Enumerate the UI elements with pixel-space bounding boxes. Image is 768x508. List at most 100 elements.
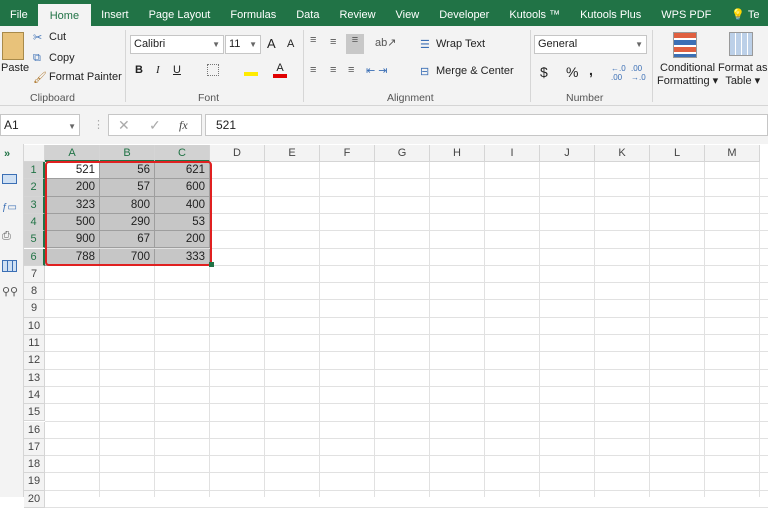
gridline (649, 162, 650, 497)
column-header-I[interactable]: I (485, 145, 540, 162)
fill-handle[interactable] (209, 262, 214, 267)
column-header-L[interactable]: L (650, 145, 705, 162)
row-header-3[interactable]: 3 (24, 196, 45, 214)
tab-home[interactable]: Home (37, 4, 92, 26)
bottom-align-icon[interactable]: ≡ (346, 34, 364, 54)
tab-kutools-[interactable]: Kutools ™ (499, 0, 570, 26)
paste-button[interactable]: Paste (1, 62, 29, 74)
column-header-J[interactable]: J (540, 145, 595, 162)
name-box-value: A1 (4, 118, 19, 132)
gridline (319, 162, 320, 497)
tab-file[interactable]: File (0, 0, 38, 26)
column-header-B[interactable]: B (100, 145, 155, 162)
column-header-F[interactable]: F (320, 145, 375, 162)
align-right-icon[interactable]: ≡ (348, 64, 354, 76)
font-name-select[interactable]: Calibri ▼ (130, 35, 224, 54)
row-header-16[interactable]: 16 (24, 421, 45, 439)
middle-align-icon[interactable]: ≡ (330, 36, 336, 48)
row-header-11[interactable]: 11 (24, 335, 45, 353)
row-header-20[interactable]: 20 (24, 490, 45, 508)
row-header-1[interactable]: 1 (24, 162, 45, 180)
columns-icon[interactable] (2, 260, 17, 272)
format-as-table-button[interactable]: Format as Table ▾ (718, 62, 768, 88)
shrink-font-button[interactable]: A (287, 38, 294, 50)
align-left-icon[interactable]: ≡ (310, 64, 316, 76)
row-header-17[interactable]: 17 (24, 438, 45, 457)
borders-icon[interactable] (207, 64, 219, 76)
align-center-icon[interactable]: ≡ (330, 64, 336, 76)
select-all-button[interactable] (24, 145, 45, 162)
copy-button[interactable]: Copy (49, 52, 75, 64)
column-header-G[interactable]: G (375, 145, 430, 162)
font-color-button[interactable]: A (273, 62, 287, 78)
tab-page-layout[interactable]: Page Layout (139, 0, 221, 26)
row-header-8[interactable]: 8 (24, 283, 45, 301)
drag-handle[interactable]: ⋮ (93, 118, 104, 131)
column-header-H[interactable]: H (430, 145, 485, 162)
row-header-5[interactable]: 5 (24, 231, 45, 249)
label: Conditional (660, 62, 716, 74)
column-header-E[interactable]: E (265, 145, 320, 162)
insert-function-button[interactable]: fx (179, 115, 188, 135)
indent-icons[interactable]: ⇤ ⇥ (366, 64, 388, 77)
conditional-formatting-button[interactable]: Conditional Formatting ▾ (657, 62, 718, 88)
number-group-label: Number (566, 92, 604, 104)
expand-icon[interactable]: » (4, 148, 10, 160)
column-header-K[interactable]: K (595, 145, 650, 162)
row-header-10[interactable]: 10 (24, 317, 45, 335)
name-box[interactable]: A1 ▼ (0, 114, 80, 136)
formula-input[interactable]: 521 (205, 114, 768, 136)
formula-icon[interactable]: ƒ▭ (2, 202, 17, 213)
top-align-icon[interactable]: ≡ (310, 34, 316, 46)
underline-button[interactable]: U (173, 64, 181, 76)
number-format-select[interactable]: General ▼ (534, 35, 647, 54)
merge-center-button[interactable]: Merge & Center (436, 65, 514, 77)
tab-view[interactable]: View (386, 0, 430, 26)
row-header-13[interactable]: 13 (24, 369, 45, 387)
column-header-A[interactable]: A (45, 145, 100, 162)
column-header-D[interactable]: D (210, 145, 265, 162)
tab-kutools-plus[interactable]: Kutools Plus (570, 0, 651, 26)
tab-formulas[interactable]: Formulas (220, 0, 286, 26)
column-header-M[interactable]: M (705, 145, 760, 162)
row-header-19[interactable]: 19 (24, 473, 45, 491)
tab-insert[interactable]: Insert (91, 0, 139, 26)
column-header-C[interactable]: C (155, 145, 210, 162)
row-header-12[interactable]: 12 (24, 352, 45, 370)
font-size-select[interactable]: 11 ▼ (225, 35, 261, 54)
row-header-14[interactable]: 14 (24, 386, 45, 405)
print-icon[interactable]: ⎙ (2, 230, 11, 243)
tab-wps-pdf[interactable]: WPS PDF (651, 0, 721, 26)
paste-icon[interactable] (2, 32, 24, 60)
cancel-icon[interactable]: ✕ (118, 115, 130, 135)
find-icon[interactable]: ⚲⚲ (2, 285, 18, 298)
wrap-text-button[interactable]: Wrap Text (436, 38, 485, 50)
bold-button[interactable]: B (135, 64, 143, 76)
comma-button[interactable]: , (589, 62, 593, 78)
percent-button[interactable]: % (566, 64, 578, 80)
chevron-down-icon: ▼ (212, 40, 220, 49)
italic-button[interactable]: I (156, 64, 160, 76)
row-header-4[interactable]: 4 (24, 213, 45, 232)
grow-font-button[interactable]: A (267, 36, 276, 51)
increase-decimal-icon[interactable]: ←.0.00 (611, 64, 626, 82)
row-header-18[interactable]: 18 (24, 456, 45, 474)
tab-data[interactable]: Data (286, 0, 329, 26)
row-header-15[interactable]: 15 (24, 404, 45, 422)
enter-icon[interactable]: ✓ (149, 115, 161, 135)
format-painter-button[interactable]: Format Painter (49, 71, 122, 83)
decrease-decimal-icon[interactable]: .00 →.0 (631, 64, 646, 82)
row-header-9[interactable]: 9 (24, 300, 45, 318)
row-header-7[interactable]: 7 (24, 265, 45, 284)
chevron-down-icon: ▼ (635, 40, 643, 49)
tab-review[interactable]: Review (329, 0, 385, 26)
tab-te[interactable]: 💡 Te (721, 0, 768, 26)
workbook-icon[interactable] (2, 174, 17, 184)
row-header-2[interactable]: 2 (24, 179, 45, 197)
fill-color-icon[interactable] (244, 62, 258, 76)
cut-button[interactable]: Cut (49, 31, 66, 43)
row-header-6[interactable]: 6 (24, 248, 45, 266)
tab-developer[interactable]: Developer (429, 0, 499, 26)
orientation-icon[interactable]: ab↗ (375, 36, 396, 49)
currency-button[interactable]: $ (540, 64, 548, 80)
